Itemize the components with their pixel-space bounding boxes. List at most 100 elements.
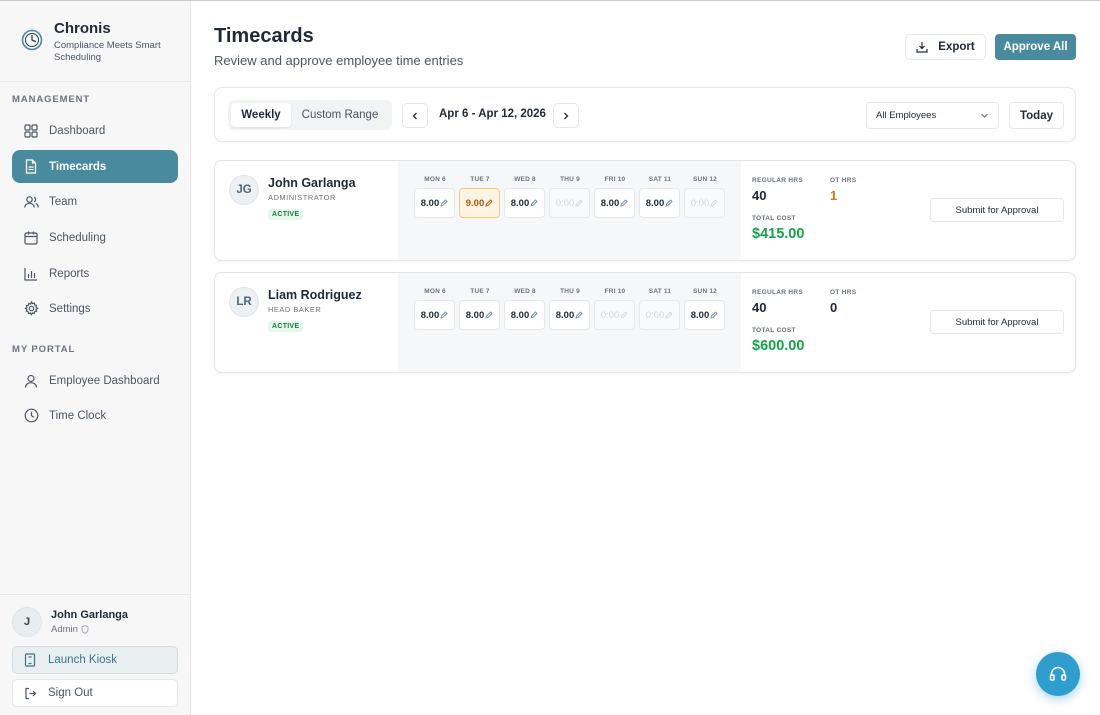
chronis-logo — [21, 29, 43, 51]
employee-name: John Garlanga — [268, 176, 356, 190]
total-cost-label: TOTAL COST — [752, 215, 796, 222]
total-cost-value: $415.00 — [752, 226, 805, 242]
day-label: FRI 10 — [604, 176, 626, 183]
support-chat-button[interactable] — [1036, 652, 1080, 696]
status-badge: ACTIVE — [268, 209, 304, 220]
avatar: J — [12, 607, 42, 637]
gear-icon — [23, 301, 39, 317]
employee-title: HEAD BAKER — [268, 305, 322, 314]
hours-cell[interactable]: 8.00 — [504, 300, 545, 330]
pencil-icon — [530, 199, 538, 207]
hours-cell[interactable]: 0:00 — [684, 188, 725, 218]
day-label: SAT 11 — [648, 176, 672, 183]
sign-out-button[interactable]: Sign Out — [12, 679, 178, 707]
section-label-management: MANAGEMENT — [12, 94, 91, 105]
sidebar-item-team[interactable]: Team — [12, 185, 178, 218]
page-title: Timecards — [214, 25, 314, 47]
hours-cell[interactable]: 8.00 — [504, 188, 545, 218]
approve-all-button[interactable]: Approve All — [995, 34, 1076, 60]
day-label: WED 8 — [514, 176, 536, 183]
timecard-liam-rodriguez: LR Liam Rodriguez HEAD BAKER ACTIVE MON … — [214, 272, 1076, 373]
pencil-icon — [620, 311, 628, 319]
ot-hrs-value: 0 — [830, 300, 838, 315]
hours-cell[interactable]: 8.00 — [684, 300, 725, 330]
hours-cell[interactable]: 9.00 — [459, 188, 500, 218]
download-icon — [916, 42, 928, 53]
sidebar-item-label: Dashboard — [49, 124, 106, 137]
section-label-my-portal: MY PORTAL — [12, 344, 76, 355]
ot-hrs-label: OT HRS — [830, 289, 857, 296]
today-button[interactable]: Today — [1009, 102, 1064, 129]
employee-title: ADMINISTRATOR — [268, 193, 336, 202]
regular-hrs-label: REGULAR HRS — [752, 289, 803, 296]
pencil-icon — [620, 199, 628, 207]
chevron-down-icon — [981, 113, 988, 118]
submit-for-approval-button[interactable]: Submit for Approval — [930, 310, 1064, 334]
hours-cell[interactable]: 8.00 — [459, 300, 500, 330]
pencil-icon — [665, 199, 673, 207]
sidebar-footer: J John Garlanga Admin Launch Kiosk Sign … — [0, 594, 190, 715]
pencil-icon — [530, 311, 538, 319]
hours-cell[interactable]: 0:00 — [639, 300, 680, 330]
sidebar-item-timecards[interactable]: Timecards — [12, 150, 178, 183]
hours-cell[interactable]: 8.00 — [414, 188, 455, 218]
day-label: WED 8 — [514, 288, 536, 295]
export-label: Export — [938, 41, 975, 53]
day-grid: MON 6 8.00 TUE 7 8.00 WED 8 8.00 THU 9 8.00 … — [398, 273, 741, 372]
employee-info: LR Liam Rodriguez HEAD BAKER ACTIVE — [229, 287, 362, 333]
employee-info: JG John Garlanga ADMINISTRATOR ACTIVE — [229, 175, 356, 221]
sidebar-item-scheduling[interactable]: Scheduling — [12, 221, 178, 254]
sidebar-item-label: Team — [49, 195, 78, 208]
date-range: Apr 6 - Apr 12, 2026 — [439, 108, 546, 120]
regular-hrs-value: 40 — [752, 188, 767, 203]
hours-cell[interactable]: 0:00 — [549, 188, 590, 218]
employee-filter-value: All Employees — [876, 110, 937, 121]
day-label: FRI 10 — [604, 288, 626, 295]
avatar: LR — [229, 287, 259, 317]
filter-toolbar: Weekly Custom Range Apr 6 - Apr 12, 2026… — [214, 87, 1076, 142]
tab-custom-range[interactable]: Custom Range — [291, 103, 389, 127]
tab-weekly[interactable]: Weekly — [231, 103, 291, 127]
hours-cell[interactable]: 8.00 — [549, 300, 590, 330]
sidebar-item-label: Employee Dashboard — [49, 374, 160, 387]
status-badge: ACTIVE — [268, 321, 304, 332]
brand-name: Chronis — [54, 20, 111, 37]
sidebar-item-dashboard[interactable]: Dashboard — [12, 114, 178, 147]
day-label: MON 6 — [424, 176, 446, 183]
day-label: SAT 11 — [648, 288, 672, 295]
shield-icon — [81, 625, 89, 634]
hours-cell[interactable]: 8.00 — [639, 188, 680, 218]
export-button[interactable]: Export — [905, 34, 986, 60]
pencil-icon — [485, 199, 493, 207]
sidebar-item-time-clock[interactable]: Time Clock — [12, 399, 178, 432]
current-user[interactable]: J John Garlanga Admin — [12, 607, 128, 637]
ot-hrs-label: OT HRS — [830, 177, 857, 184]
pencil-icon — [440, 311, 448, 319]
pencil-icon — [665, 311, 673, 319]
launch-kiosk-button[interactable]: Launch Kiosk — [12, 646, 178, 674]
sidebar-item-settings[interactable]: Settings — [12, 292, 178, 325]
hours-cell[interactable]: 0:00 — [594, 300, 635, 330]
user-name: John Garlanga — [51, 609, 129, 621]
brand-tagline: Compliance Meets Smart Scheduling — [54, 40, 161, 63]
chevron-left-icon — [412, 112, 417, 119]
total-cost-value: $600.00 — [752, 338, 805, 354]
day-label: THU 9 — [560, 176, 580, 183]
main-content: Timecards Review and approve employee ti… — [191, 1, 1100, 715]
day-label: TUE 7 — [470, 288, 490, 295]
sidebar-item-label: Time Clock — [49, 409, 107, 422]
sidebar-item-employee-dashboard[interactable]: Employee Dashboard — [12, 364, 178, 397]
employee-filter-select[interactable]: All Employees — [866, 102, 999, 129]
hours-cell[interactable]: 8.00 — [594, 188, 635, 218]
user-role-label: Admin — [51, 624, 78, 635]
regular-hrs-label: REGULAR HRS — [752, 177, 803, 184]
submit-for-approval-button[interactable]: Submit for Approval — [930, 198, 1064, 222]
sidebar-item-label: Scheduling — [49, 231, 106, 244]
hours-cell[interactable]: 8.00 — [414, 300, 455, 330]
prev-week-button[interactable] — [402, 103, 428, 128]
bar-chart-icon — [23, 266, 39, 282]
next-week-button[interactable] — [553, 103, 579, 128]
employee-name: Liam Rodriguez — [268, 288, 362, 302]
sidebar-item-reports[interactable]: Reports — [12, 257, 178, 290]
day-grid: MON 6 8.00 TUE 7 9.00 WED 8 8.00 THU 9 0:00 … — [398, 161, 741, 260]
